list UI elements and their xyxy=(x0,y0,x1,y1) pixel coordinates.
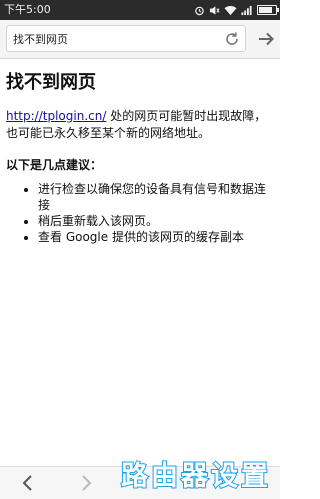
error-page: 找不到网页 http://tplogin.cn/ 处的网页可能暂时出现故障，也可… xyxy=(6,58,274,245)
address-bar[interactable] xyxy=(6,25,246,52)
url-input[interactable] xyxy=(13,26,213,51)
suggestions-list: 进行检查以确保您的设备具有信号和数据连接 稍后重新载入该网页。 查看 Googl… xyxy=(6,181,274,245)
go-arrow-icon[interactable] xyxy=(256,29,276,49)
page-title: 找不到网页 xyxy=(6,72,96,93)
error-description: http://tplogin.cn/ 处的网页可能暂时出现故障，也可能已永久移至… xyxy=(6,108,274,142)
status-time: 下午5:00 xyxy=(4,3,51,16)
alarm-icon xyxy=(194,5,205,16)
wifi-icon xyxy=(224,5,237,16)
status-bar: 下午5:00 xyxy=(0,0,280,20)
watermark-logo: 路由器设置 xyxy=(120,460,271,493)
signal-icon xyxy=(241,5,253,16)
browser-toolbar xyxy=(0,20,280,59)
back-arrow-icon[interactable] xyxy=(18,473,38,493)
forward-arrow-icon[interactable] xyxy=(76,473,96,493)
reload-icon[interactable] xyxy=(223,30,241,48)
suggestion-item: 进行检查以确保您的设备具有信号和数据连接 xyxy=(38,181,274,213)
error-url-link[interactable]: http://tplogin.cn/ xyxy=(6,109,106,123)
status-icons xyxy=(194,0,279,20)
mute-icon xyxy=(209,5,220,16)
battery-icon xyxy=(257,5,279,15)
suggestion-item: 查看 Google 提供的该网页的缓存副本 xyxy=(38,229,274,245)
suggestion-item: 稍后重新载入该网页。 xyxy=(38,213,274,229)
suggestions-title: 以下是几点建议： xyxy=(6,158,103,172)
